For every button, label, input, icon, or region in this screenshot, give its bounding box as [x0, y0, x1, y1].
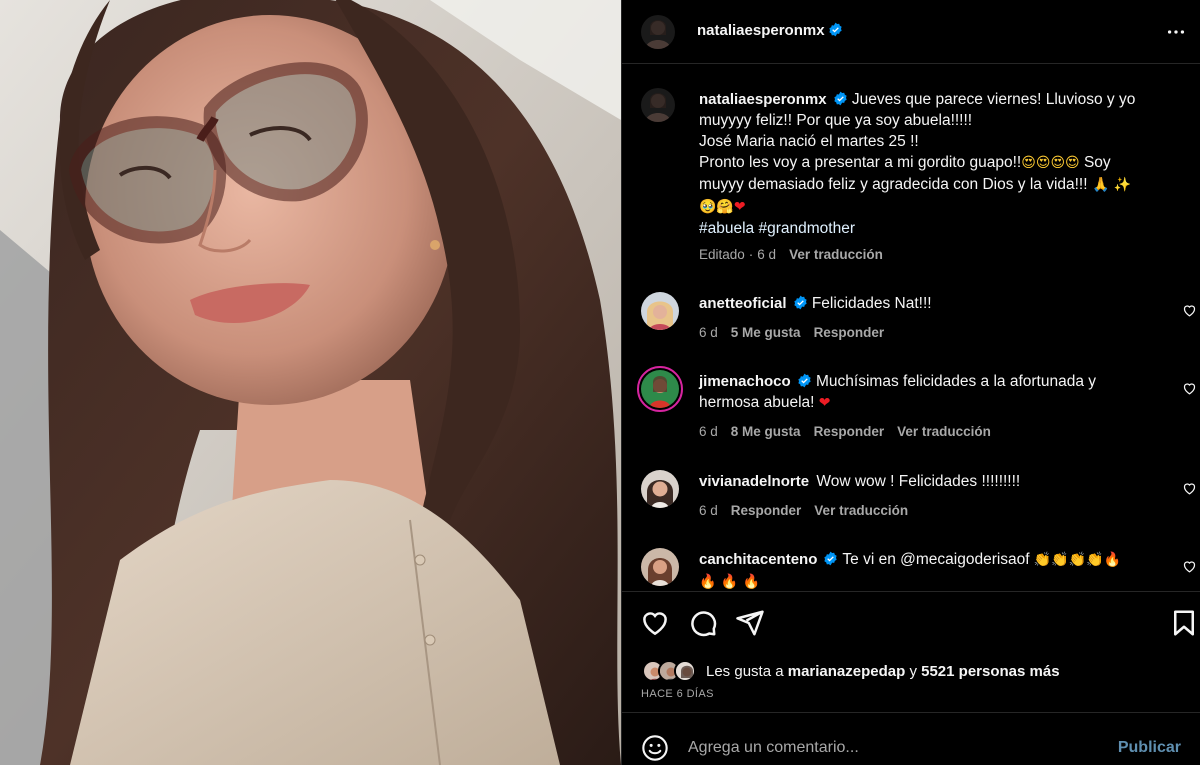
commenter-avatar[interactable] [637, 366, 683, 412]
bookmark-icon[interactable] [1169, 608, 1199, 638]
comment-text: Felicidades Nat!!! [811, 295, 932, 312]
caption-hashtags[interactable]: #abuela #grandmother [699, 220, 855, 237]
comment-like-heart-icon[interactable] [1182, 381, 1197, 396]
red-heart-emoji: ❤ [818, 395, 831, 411]
add-comment-bar: Publicar [622, 712, 1200, 765]
comment-likes[interactable]: 8 Me gusta [731, 424, 801, 439]
more-options-icon[interactable] [1165, 21, 1187, 43]
verified-badge-icon [828, 22, 842, 37]
likers-avatars [642, 660, 702, 682]
commenter-avatar[interactable] [641, 548, 679, 586]
likes-user[interactable]: marianazepedap [788, 663, 906, 680]
comment-username[interactable]: vivianadelnorte [699, 473, 809, 490]
likes-others[interactable]: 5521 personas más [921, 663, 1059, 680]
post-timestamp: HACE 6 DÍAS [641, 688, 714, 700]
comment-text: Te vi en @mecaigoderisaof [842, 551, 1030, 568]
comment-username[interactable]: anetteoficial [699, 295, 787, 312]
post-photo [0, 0, 621, 765]
reply-button[interactable]: Responder [814, 424, 885, 439]
caption-line: muyyy demasiado feliz y agradecida con D… [699, 176, 1088, 193]
comment-age: 6 d [699, 424, 718, 439]
comment-likes[interactable]: 5 Me gusta [731, 325, 801, 340]
comment-like-heart-icon[interactable] [1182, 481, 1197, 496]
comment-like-heart-icon[interactable] [1182, 559, 1197, 574]
verified-badge-icon [793, 295, 807, 310]
translate-link[interactable]: Ver traducción [789, 247, 883, 262]
praying-emoji: 🙏 ✨ [1087, 177, 1132, 193]
comment-text: Muchísimas felicidades a la afortunada y [816, 373, 1097, 390]
comment-age: 6 d [699, 503, 718, 518]
liker-avatar [674, 660, 696, 682]
emoji-smile-icon[interactable] [641, 734, 669, 762]
caption-line: José Maria nació el martes 25 !! [699, 133, 919, 150]
fire-emoji: 🔥 🔥 🔥 [699, 574, 761, 590]
comment-like-heart-icon[interactable] [1182, 303, 1197, 318]
fire-emoji: 🔥 [1103, 552, 1122, 568]
emoji-group: 🥹🤗 [699, 199, 734, 215]
reply-button[interactable]: Responder [731, 503, 802, 518]
post-actions: Les gusta a marianazepedap y 5521 person… [622, 592, 1200, 712]
verified-badge-icon [833, 91, 847, 106]
comment-input[interactable] [688, 733, 1118, 763]
red-heart-emoji: ❤ [733, 199, 746, 215]
caption-age: 6 d [757, 247, 777, 262]
comments-list[interactable]: nataliaesperonmx Jueves que parece viern… [622, 64, 1200, 592]
author-avatar[interactable] [641, 88, 675, 122]
caption-line: Jueves que parece viernes! Lluvioso y yo [851, 91, 1136, 108]
caption-line: muyyyy feliz!! Por que ya soy abuela!!!!… [699, 112, 973, 129]
reply-button[interactable]: Responder [814, 325, 885, 340]
verified-badge-icon [824, 551, 837, 566]
translate-link[interactable]: Ver traducción [814, 503, 908, 518]
likes-connector: y [909, 662, 917, 680]
caption-line: Pronto les voy a presentar a mi gordito … [699, 154, 1022, 171]
commenter-avatar[interactable] [641, 292, 679, 330]
author-username[interactable]: nataliaesperonmx [697, 22, 825, 39]
clap-emoji: 👏👏👏👏 [1033, 552, 1104, 568]
caption-username[interactable]: nataliaesperonmx [699, 91, 827, 108]
comment-age: 6 d [699, 325, 718, 340]
caption-line: Soy [1083, 154, 1111, 171]
verified-badge-icon [798, 373, 811, 388]
edited-label: Editado [699, 247, 745, 262]
publish-button[interactable]: Publicar [1118, 739, 1181, 757]
comment-username[interactable]: jimenachoco [699, 373, 791, 390]
comment-username[interactable]: canchitacenteno [699, 551, 817, 568]
translate-link[interactable]: Ver traducción [897, 424, 991, 439]
author-avatar[interactable] [641, 15, 675, 49]
comment-text: hermosa abuela! [699, 394, 815, 411]
paper-plane-icon[interactable] [735, 608, 765, 638]
comment-bubble-icon[interactable] [688, 608, 718, 638]
post-side-panel: nataliaesperonmx nataliaesperonmx Jueves… [621, 0, 1200, 765]
commenter-avatar[interactable] [641, 470, 679, 508]
likes-summary[interactable]: Les gusta a marianazepedap y 5521 person… [642, 660, 1060, 682]
post-header: nataliaesperonmx [622, 0, 1200, 64]
likes-prefix: Les gusta a [706, 662, 784, 680]
heart-eyes-emoji: 😍😍😍😍 [1021, 155, 1080, 171]
comment-text: Wow wow ! Felicidades !!!!!!!!! [816, 473, 1021, 490]
heart-icon[interactable] [640, 608, 670, 638]
